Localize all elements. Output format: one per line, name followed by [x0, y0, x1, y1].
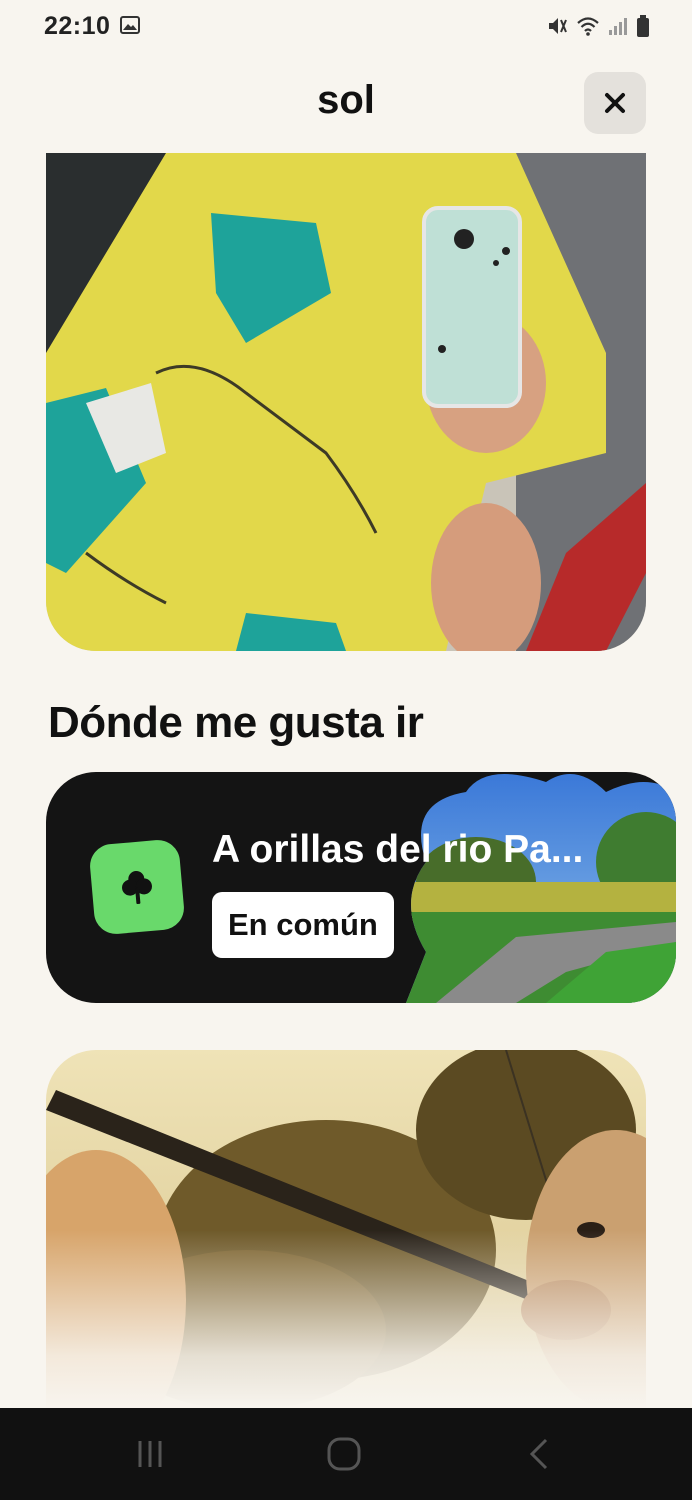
place-card[interactable]: A orillas del rio Pa... En común	[46, 772, 676, 1003]
profile-header: sol	[0, 60, 692, 144]
section-heading: Dónde me gusta ir	[48, 698, 424, 747]
place-title: A orillas del rio Pa...	[212, 828, 584, 871]
place-icon-box	[88, 838, 186, 936]
home-icon	[327, 1437, 361, 1471]
back-button[interactable]	[508, 1434, 568, 1474]
image-icon	[120, 16, 140, 34]
signal-icon	[609, 18, 627, 35]
status-bar: 22:10	[0, 0, 692, 52]
status-icons	[546, 14, 650, 38]
close-button[interactable]	[584, 72, 646, 134]
battery-icon	[637, 15, 649, 37]
recent-apps-button[interactable]	[120, 1434, 180, 1474]
profile-photo-2-image	[46, 1050, 646, 1410]
mute-icon	[549, 18, 567, 34]
recent-apps-icon	[138, 1441, 162, 1467]
common-badge: En común	[212, 892, 394, 958]
back-icon	[529, 1438, 548, 1470]
home-button[interactable]	[314, 1434, 374, 1474]
close-icon	[605, 93, 625, 113]
profile-photo-1[interactable]	[46, 153, 646, 651]
wifi-icon	[577, 17, 599, 36]
profile-photo-1-image	[46, 153, 646, 651]
tree-icon	[122, 871, 152, 905]
profile-photo-2[interactable]	[46, 1050, 646, 1410]
status-time: 22:10	[44, 12, 111, 40]
system-nav-bar	[0, 1408, 692, 1500]
